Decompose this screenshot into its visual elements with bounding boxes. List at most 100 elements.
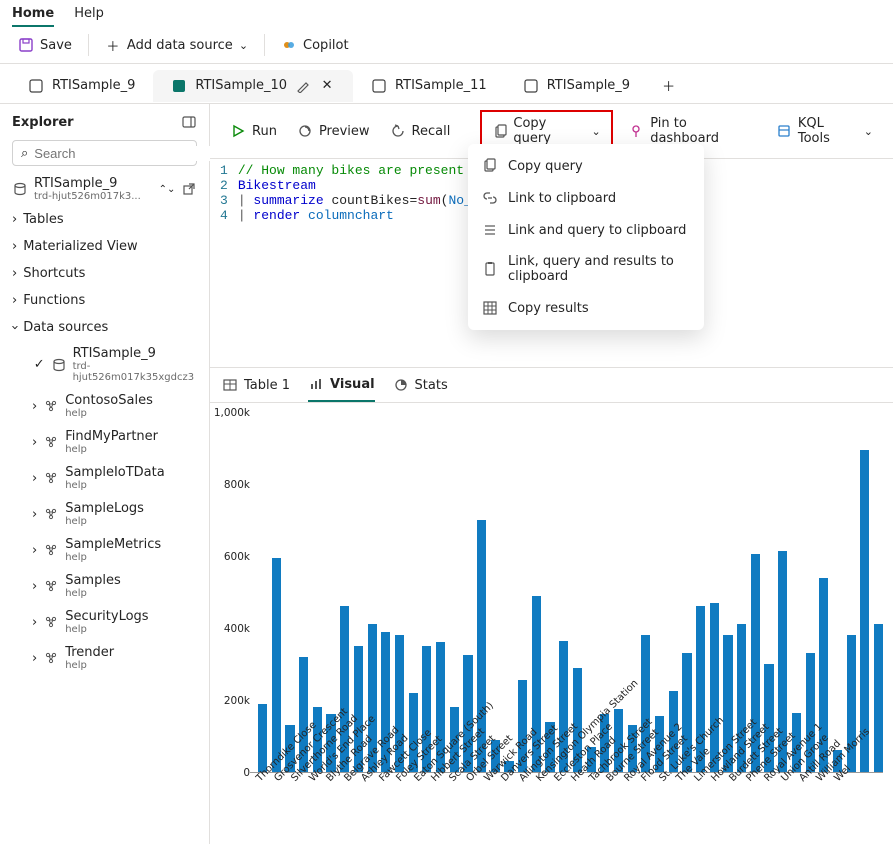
new-tab-button[interactable]: ＋ — [648, 68, 689, 103]
search-input[interactable]: ⌕ — [12, 140, 197, 166]
panel-toggle-icon[interactable] — [181, 114, 197, 130]
preview-button[interactable]: Preview — [289, 119, 378, 143]
file-tab-label: RTISample_10 — [195, 78, 287, 93]
file-tab-active[interactable]: RTISample_10 ✕ — [153, 70, 353, 102]
data-source-selected[interactable]: ✓ RTISample_9 trd-hjut526m017k35xgdcz3 — [4, 341, 205, 388]
save-button[interactable]: Save — [10, 33, 80, 57]
y-tick-label: 0 — [243, 767, 250, 779]
chevron-right-icon — [32, 543, 37, 558]
recall-icon — [390, 123, 406, 139]
ds-item-help: help — [65, 660, 114, 671]
expand-icon[interactable]: ⌃⌄ — [159, 181, 175, 197]
ds-item-name: SampleIoTData — [65, 465, 165, 480]
chart-bar[interactable] — [710, 603, 719, 772]
cluster-icon — [43, 506, 59, 522]
chevron-right-icon — [32, 399, 37, 414]
close-icon[interactable]: ✕ — [319, 78, 335, 94]
tree-section[interactable]: Functions — [4, 287, 205, 314]
copilot-label: Copilot — [303, 38, 349, 53]
chevron-right-icon — [32, 651, 37, 666]
chart-bar[interactable] — [272, 558, 281, 772]
preview-label: Preview — [319, 124, 370, 139]
chart-bar[interactable] — [874, 624, 883, 772]
data-source-item[interactable]: SampleIoTDatahelp — [4, 460, 205, 496]
ds-item-name: FindMyPartner — [65, 429, 158, 444]
search-icon: ⌕ — [21, 145, 28, 161]
chevron-right-icon — [32, 471, 37, 486]
dropdown-link-clipboard[interactable]: Link to clipboard — [468, 182, 704, 214]
code-text — [300, 208, 308, 223]
dropdown-link-query-results-clipboard[interactable]: Link, query and results to clipboard — [468, 246, 704, 292]
code-fn: sum — [417, 193, 440, 208]
y-tick-label: 600k — [224, 551, 250, 563]
data-source-item[interactable]: FindMyPartnerhelp — [4, 424, 205, 460]
table-icon — [482, 300, 498, 316]
save-icon — [18, 37, 34, 53]
tools-label: KQL Tools — [798, 116, 858, 146]
file-tab[interactable]: RTISample_11 — [353, 70, 505, 102]
line-number: 1 — [220, 163, 228, 178]
queryset-icon — [371, 78, 387, 94]
chart-icon — [308, 376, 324, 392]
run-button[interactable]: Run — [222, 119, 285, 143]
open-external-icon[interactable] — [181, 181, 197, 197]
list-icon — [482, 222, 498, 238]
dropdown-label: Link and query to clipboard — [508, 223, 686, 238]
database-name: RTISample_9 — [34, 176, 153, 191]
chart-bar[interactable] — [860, 450, 869, 772]
save-label: Save — [40, 38, 72, 53]
result-tab-label: Stats — [415, 378, 448, 393]
result-tab-visual[interactable]: Visual — [308, 376, 375, 402]
chevron-down-icon — [12, 320, 17, 335]
tree-section[interactable]: Tables — [4, 206, 205, 233]
code-table: Bikestream — [238, 178, 316, 193]
code-pipe: | — [238, 208, 254, 223]
tree-section[interactable]: Shortcuts — [4, 260, 205, 287]
recall-button[interactable]: Recall — [382, 119, 459, 143]
play-icon — [230, 123, 246, 139]
dropdown-link-query-clipboard[interactable]: Link and query to clipboard — [468, 214, 704, 246]
queryset-icon — [523, 78, 539, 94]
add-ds-label: Add data source — [127, 38, 233, 53]
table-icon — [222, 377, 238, 393]
explorer-title: Explorer — [12, 115, 74, 130]
file-tab[interactable]: RTISample_9 — [10, 70, 153, 102]
kql-tools-button[interactable]: KQL Tools — [768, 112, 881, 150]
section-label: Data sources — [23, 320, 108, 335]
queryset-icon — [28, 78, 44, 94]
menu-tab-help[interactable]: Help — [74, 6, 104, 27]
dropdown-label: Link, query and results to clipboard — [508, 254, 690, 284]
tree-section[interactable]: Materialized View — [4, 233, 205, 260]
data-sources-section[interactable]: Data sources — [4, 314, 205, 341]
file-tab-label: RTISample_9 — [52, 78, 135, 93]
plus-icon: ＋ — [105, 37, 121, 53]
data-source-item[interactable]: ContosoSaleshelp — [4, 388, 205, 424]
menu-tab-home[interactable]: Home — [12, 6, 54, 27]
copilot-button[interactable]: Copilot — [273, 33, 357, 57]
file-tab[interactable]: RTISample_9 — [505, 70, 648, 102]
cluster-icon — [43, 614, 59, 630]
ds-item-help: help — [65, 444, 158, 455]
dropdown-copy-query[interactable]: Copy query — [468, 150, 704, 182]
data-source-item[interactable]: SampleMetricshelp — [4, 532, 205, 568]
chart-bar[interactable] — [258, 704, 267, 772]
data-source-item[interactable]: Trenderhelp — [4, 640, 205, 676]
search-field[interactable] — [34, 146, 210, 161]
code-op: summarize — [253, 193, 323, 208]
ds-sub: trd-hjut526m017k35xgdcz3 — [73, 361, 197, 383]
y-tick-label: 800k — [224, 479, 250, 491]
queryset-icon — [171, 78, 187, 94]
dropdown-label: Copy results — [508, 301, 589, 316]
copy-icon — [492, 123, 507, 139]
data-source-item[interactable]: Sampleshelp — [4, 568, 205, 604]
data-source-item[interactable]: SampleLogshelp — [4, 496, 205, 532]
dropdown-copy-results[interactable]: Copy results — [468, 292, 704, 324]
result-tab-table[interactable]: Table 1 — [222, 376, 290, 402]
data-source-item[interactable]: SecurityLogshelp — [4, 604, 205, 640]
add-data-source-button[interactable]: ＋ Add data source — [97, 33, 256, 57]
y-tick-label: 400k — [224, 623, 250, 635]
rename-icon[interactable] — [295, 78, 311, 94]
database-header[interactable]: RTISample_9 trd-hjut526m017k3... ⌃⌄ — [4, 172, 205, 206]
result-tab-stats[interactable]: Stats — [393, 376, 448, 402]
ds-item-name: ContosoSales — [65, 393, 153, 408]
